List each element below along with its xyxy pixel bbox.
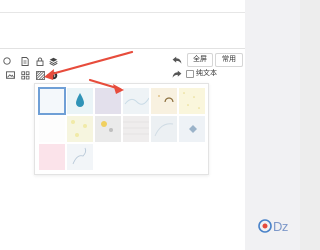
swatch-3[interactable] [95, 88, 121, 114]
redo-icon[interactable] [172, 69, 182, 79]
pattern-icon[interactable] [35, 70, 45, 80]
swatch-10[interactable] [123, 116, 149, 142]
swatch-11[interactable] [151, 116, 177, 142]
plain-text-checkbox[interactable] [186, 70, 194, 78]
swatch-12[interactable] [179, 116, 205, 142]
watermark-text: Dz [273, 218, 288, 234]
emoji-icon[interactable] [2, 56, 12, 66]
lock-icon[interactable] [35, 56, 45, 66]
swatch-6[interactable] [179, 88, 205, 114]
swatch-7[interactable] [39, 116, 65, 142]
swatch-5[interactable] [151, 88, 177, 114]
plain-text-label: 纯文本 [196, 70, 217, 77]
swatch-9[interactable] [95, 116, 121, 142]
swatch-2[interactable] [67, 88, 93, 114]
watermark: Dz [258, 216, 300, 236]
background-picker-popup [34, 83, 209, 175]
watermark-logo-icon [258, 219, 272, 233]
image-icon[interactable] [5, 70, 15, 80]
swatch-13[interactable] [39, 144, 65, 170]
fullscreen-button[interactable]: 全屏 [187, 53, 213, 67]
toolbar-top-border [0, 48, 245, 49]
swatch-14[interactable] [67, 144, 93, 170]
common-button[interactable]: 常用 [215, 53, 243, 67]
top-divider [0, 12, 245, 13]
document-icon[interactable] [20, 56, 30, 66]
grid-icon[interactable] [20, 70, 30, 80]
swatch-4[interactable] [123, 88, 150, 114]
swatch-8[interactable] [67, 116, 93, 142]
globe-icon[interactable] [48, 70, 58, 80]
layers-icon[interactable] [48, 56, 58, 66]
swatch-1[interactable] [38, 87, 66, 115]
right-sidebar [245, 0, 300, 250]
plain-text-toggle[interactable]: 纯文本 [186, 69, 217, 79]
undo-icon[interactable] [172, 55, 182, 65]
